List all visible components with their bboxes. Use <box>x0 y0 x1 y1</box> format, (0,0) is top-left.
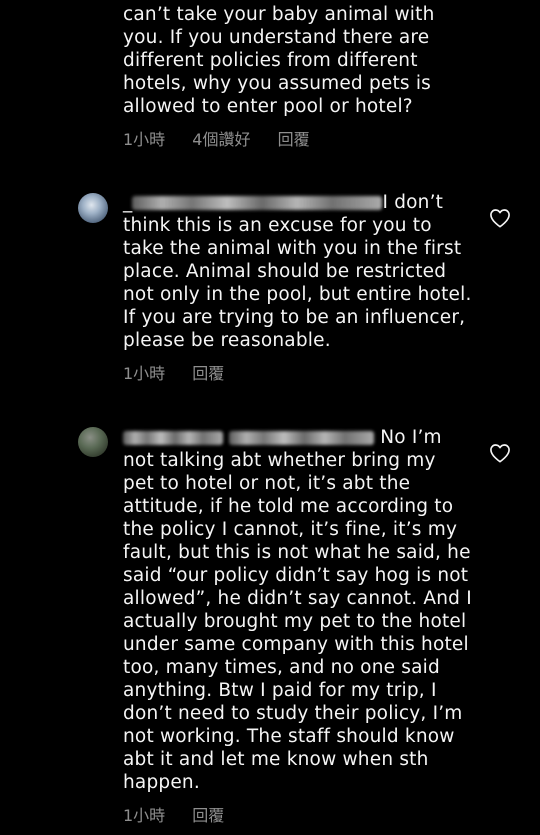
comment-text-start: No I’m <box>380 427 442 448</box>
comment-text-line: hotels, why you assumed pets is <box>123 73 432 94</box>
heart-outline-icon[interactable] <box>489 443 511 463</box>
comment-likes-count[interactable]: 4個讚好 <box>192 130 250 149</box>
comment-text-line: happen. <box>123 772 200 793</box>
comment-text-line: can’t take your baby animal with <box>123 4 435 25</box>
comment-text-line: take the animal with you in the first <box>123 238 462 259</box>
comment-text-line: different policies from different <box>123 50 418 71</box>
reply-button[interactable]: 回覆 <box>192 806 224 825</box>
comment-3-meta: 1小時 回覆 <box>123 806 246 826</box>
username-prefix: _ <box>123 192 133 213</box>
comment-1-text: can’t take your baby animal with you. If… <box>123 3 473 118</box>
comment-3-text: No I’m not talking abt whether bring my … <box>123 426 473 794</box>
comment-text-line: allowed to enter pool or hotel? <box>123 96 413 117</box>
comment-1-meta: 1小時 4個讚好 回覆 <box>123 130 332 150</box>
comment-text-line: pet to hotel or not, it’s abt the <box>123 473 411 494</box>
comment-2-text: _ I don’t think this is an excuse for you… <box>123 191 473 352</box>
blurred-username[interactable] <box>132 196 383 210</box>
blurred-mention[interactable] <box>229 431 375 445</box>
comment-text-start: I don’t <box>382 192 444 213</box>
avatar[interactable] <box>78 427 108 457</box>
comment-text-line: don’t need to study their policy, I’m <box>123 703 463 724</box>
heart-outline-icon[interactable] <box>489 208 511 228</box>
reply-button[interactable]: 回覆 <box>278 130 310 149</box>
comment-2-meta: 1小時 回覆 <box>123 364 246 384</box>
comment-text-line: under same company with this hotel <box>123 634 469 655</box>
comment-text-line: please be reasonable. <box>123 330 331 351</box>
comment-text-line: think this is an excuse for you to <box>123 215 432 236</box>
reply-button[interactable]: 回覆 <box>192 364 224 383</box>
comment-text-line: not only in the pool, but entire hotel. <box>123 284 472 305</box>
comment-text-line: too, many times, and no one said <box>123 657 440 678</box>
comment-text-line: the policy I cannot, it’s fine, it’s my <box>123 519 458 540</box>
comment-first-line: _ I don’t <box>123 191 473 214</box>
comment-timestamp: 1小時 <box>123 130 166 149</box>
comment-text-line: fault, but this is not what he said, he <box>123 542 471 563</box>
comment-text-line: If you are trying to be an influencer, <box>123 307 466 328</box>
comment-timestamp: 1小時 <box>123 364 166 383</box>
comment-text-line: you. If you understand there are <box>123 27 430 48</box>
comment-text-line: attitude, if he told me according to <box>123 496 454 517</box>
comment-timestamp: 1小時 <box>123 806 166 825</box>
comment-text-line: allowed”, he didn’t say cannot. And I <box>123 588 472 609</box>
comment-first-line: No I’m <box>123 426 473 449</box>
comment-text-line: abt it and let me know when sth <box>123 749 429 770</box>
blurred-username[interactable] <box>123 431 223 445</box>
comment-text-line: actually brought my pet to the hotel <box>123 611 467 632</box>
avatar[interactable] <box>78 193 108 223</box>
comment-text-line: place. Animal should be restricted <box>123 261 447 282</box>
comment-text-line: anything. Btw I paid for my trip, I <box>123 680 437 701</box>
comment-text-line: said “our policy didn’t say hog is not <box>123 565 469 586</box>
comment-text-line: not working. The staff should know <box>123 726 455 747</box>
comment-text-line: not talking abt whether bring my <box>123 450 436 471</box>
